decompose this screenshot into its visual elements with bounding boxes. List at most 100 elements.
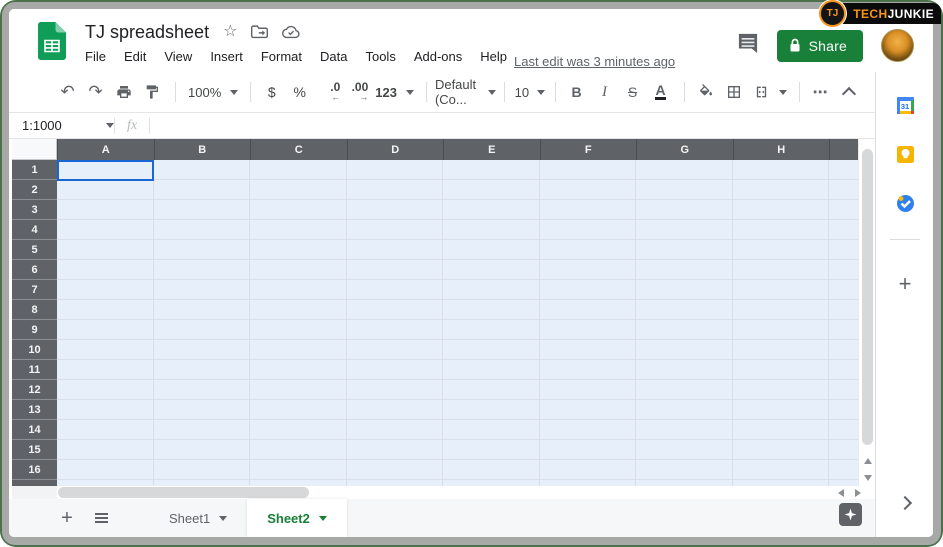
cell-h1[interactable] — [733, 160, 830, 180]
cell-d3[interactable] — [347, 200, 444, 220]
cell-e15[interactable] — [443, 440, 540, 460]
text-color-icon[interactable]: A — [648, 79, 673, 105]
cell-h12[interactable] — [733, 380, 830, 400]
cell-f10[interactable] — [540, 340, 637, 360]
cell-f9[interactable] — [540, 320, 637, 340]
merge-cells-control[interactable] — [749, 84, 791, 100]
cell-g4[interactable] — [636, 220, 733, 240]
add-sheet-icon[interactable]: + — [57, 508, 77, 528]
borders-icon[interactable] — [721, 79, 746, 105]
column-header-c[interactable]: C — [250, 139, 347, 160]
vertical-scrollbar-thumb[interactable] — [862, 149, 873, 445]
row-header-1[interactable]: 1 — [12, 160, 57, 180]
menu-addons[interactable]: Add-ons — [405, 46, 471, 67]
cell-partial[interactable] — [829, 260, 858, 280]
menu-format[interactable]: Format — [252, 46, 311, 67]
scroll-down-button[interactable] — [859, 470, 876, 486]
cell-h4[interactable] — [733, 220, 830, 240]
cell-partial[interactable] — [829, 400, 858, 420]
menu-edit[interactable]: Edit — [115, 46, 155, 67]
cell-d1[interactable] — [347, 160, 444, 180]
undo-icon[interactable]: ↶ — [55, 79, 80, 105]
cell-c7[interactable] — [250, 280, 347, 300]
cell-g7[interactable] — [636, 280, 733, 300]
cell-h8[interactable] — [733, 300, 830, 320]
row-header-7[interactable]: 7 — [12, 280, 57, 300]
cell-h3[interactable] — [733, 200, 830, 220]
cell-d14[interactable] — [347, 420, 444, 440]
sheet-tab-sheet1[interactable]: Sheet1 — [149, 499, 247, 537]
cell-d10[interactable] — [347, 340, 444, 360]
row-header-3[interactable]: 3 — [12, 200, 57, 220]
cell-c16[interactable] — [250, 460, 347, 480]
cell-b5[interactable] — [154, 240, 251, 260]
cell-c12[interactable] — [250, 380, 347, 400]
select-all-corner[interactable] — [12, 139, 57, 160]
paint-format-icon[interactable] — [139, 79, 164, 105]
share-button[interactable]: Share — [777, 30, 863, 62]
get-addons-icon[interactable]: + — [876, 271, 933, 297]
cell-g10[interactable] — [636, 340, 733, 360]
font-size-control[interactable]: 10 — [513, 85, 547, 100]
cell-c2[interactable] — [250, 180, 347, 200]
row-header-11[interactable]: 11 — [12, 360, 57, 380]
cell-f12[interactable] — [540, 380, 637, 400]
row-header-10[interactable]: 10 — [12, 340, 57, 360]
cell-f1[interactable] — [540, 160, 637, 180]
cell-c3[interactable] — [250, 200, 347, 220]
cell-partial[interactable] — [829, 200, 858, 220]
sheet-tab-sheet2[interactable]: Sheet2 — [247, 499, 347, 537]
cell-f13[interactable] — [540, 400, 637, 420]
format-currency-icon[interactable]: $ — [259, 79, 284, 105]
cell-d9[interactable] — [347, 320, 444, 340]
cell-a8[interactable] — [57, 300, 154, 320]
cell-f14[interactable] — [540, 420, 637, 440]
cell-d11[interactable] — [347, 360, 444, 380]
google-tasks-icon[interactable] — [896, 194, 915, 213]
cell-h11[interactable] — [733, 360, 830, 380]
cell-g5[interactable] — [636, 240, 733, 260]
column-header-g[interactable]: G — [636, 139, 733, 160]
account-avatar[interactable] — [881, 29, 914, 62]
cell-e9[interactable] — [443, 320, 540, 340]
cell-g2[interactable] — [636, 180, 733, 200]
column-header-h[interactable]: H — [733, 139, 830, 160]
cell-partial[interactable] — [829, 460, 858, 480]
cell-a5[interactable] — [57, 240, 154, 260]
google-keep-icon[interactable] — [896, 145, 915, 164]
cell-c1[interactable] — [250, 160, 347, 180]
column-header-partial[interactable] — [829, 139, 858, 160]
cell-g16[interactable] — [636, 460, 733, 480]
cell-a7[interactable] — [57, 280, 154, 300]
cell-b6[interactable] — [154, 260, 251, 280]
explore-button[interactable] — [839, 503, 862, 526]
redo-icon[interactable]: ↷ — [83, 79, 108, 105]
cell-b7[interactable] — [154, 280, 251, 300]
cell-a14[interactable] — [57, 420, 154, 440]
menu-help[interactable]: Help — [471, 46, 516, 67]
cell-partial[interactable] — [829, 320, 858, 340]
cell-b4[interactable] — [154, 220, 251, 240]
active-cell-a1[interactable] — [57, 160, 154, 181]
cell-partial[interactable] — [829, 300, 858, 320]
cell-b8[interactable] — [154, 300, 251, 320]
horizontal-scrollbar-thumb[interactable] — [58, 487, 309, 498]
print-icon[interactable] — [111, 79, 136, 105]
move-to-folder-icon[interactable] — [251, 25, 268, 40]
star-icon[interactable]: ☆ — [223, 24, 237, 40]
row-header-16[interactable]: 16 — [12, 460, 57, 480]
bold-icon[interactable]: B — [564, 79, 589, 105]
cell-f16[interactable] — [540, 460, 637, 480]
row-header-2[interactable]: 2 — [12, 180, 57, 200]
cell-d4[interactable] — [347, 220, 444, 240]
cell-partial[interactable] — [829, 220, 858, 240]
cell-partial[interactable] — [829, 280, 858, 300]
scroll-up-button[interactable] — [859, 453, 876, 469]
cell-e5[interactable] — [443, 240, 540, 260]
cell-c15[interactable] — [250, 440, 347, 460]
cell-b14[interactable] — [154, 420, 251, 440]
cloud-saved-icon[interactable] — [282, 25, 300, 39]
cell-g13[interactable] — [636, 400, 733, 420]
cell-g6[interactable] — [636, 260, 733, 280]
column-header-a[interactable]: A — [57, 139, 154, 160]
